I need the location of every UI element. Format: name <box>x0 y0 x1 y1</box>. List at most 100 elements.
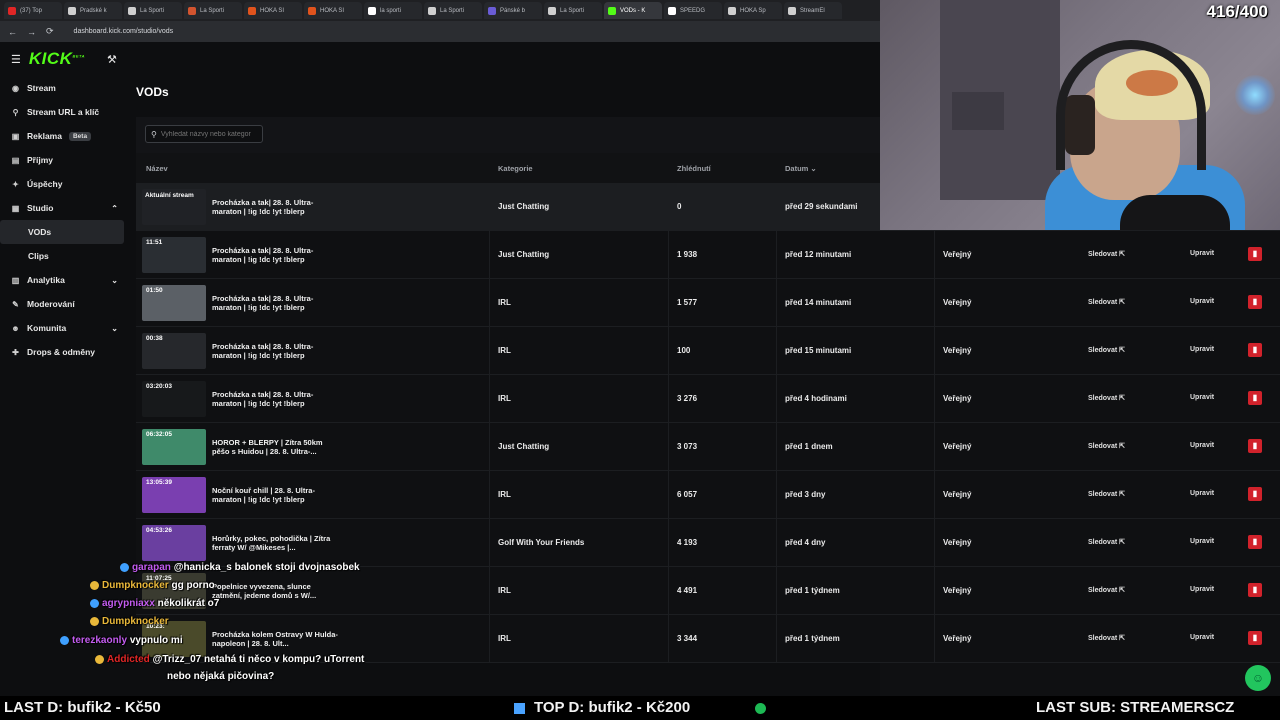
vod-title[interactable]: Popelnice vyvezena, slunce zatmění, jede… <box>212 582 340 600</box>
vod-thumbnail[interactable]: 03:20:03 <box>142 381 206 417</box>
browser-tab[interactable]: HOKA SI <box>244 2 302 19</box>
browser-tab[interactable]: Pánské b <box>484 2 542 19</box>
trash-icon[interactable]: ▮ <box>1248 391 1262 405</box>
back-icon[interactable]: ← <box>8 27 17 37</box>
column-category[interactable]: Kategorie <box>498 164 533 173</box>
trash-icon[interactable]: ▮ <box>1248 535 1262 549</box>
table-row[interactable]: 01:50 Procházka a tak| 28. 8. Ultra-marat… <box>136 279 1280 327</box>
vod-visibility[interactable]: Veřejný <box>943 634 971 643</box>
table-row[interactable]: 04:53:26 Horůrky, pokec, pohodička | Zítr… <box>136 519 1280 567</box>
trash-icon[interactable]: ▮ <box>1248 439 1262 453</box>
edit-button[interactable]: Upravit <box>1190 394 1214 401</box>
url-text[interactable]: dashboard.kick.com/studio/vods <box>74 28 174 35</box>
chat-bubble-icon[interactable]: ☺ <box>1245 665 1271 691</box>
column-date[interactable]: Datum ⌄ <box>785 164 817 173</box>
vod-visibility[interactable]: Veřejný <box>943 538 971 547</box>
forward-icon[interactable]: → <box>27 27 36 37</box>
watch-button[interactable]: Sledovat ⇱ <box>1088 442 1125 450</box>
browser-tab[interactable]: La Sporti <box>424 2 482 19</box>
vod-visibility[interactable]: Veřejný <box>943 298 971 307</box>
sidebar-item--sp-chy[interactable]: ✦ Úspěchy <box>0 172 132 196</box>
watch-button[interactable]: Sledovat ⇱ <box>1088 586 1125 594</box>
trash-icon[interactable]: ▮ <box>1248 343 1262 357</box>
vod-thumbnail[interactable]: Aktuální stream <box>142 189 206 225</box>
edit-button[interactable]: Upravit <box>1190 586 1214 593</box>
sidebar-item-analytika[interactable]: ▥ Analytika ⌄ <box>0 268 132 292</box>
vod-visibility[interactable]: Veřejný <box>943 442 971 451</box>
edit-button[interactable]: Upravit <box>1190 538 1214 545</box>
table-row[interactable]: 00:38 Procházka a tak| 28. 8. Ultra-marat… <box>136 327 1280 375</box>
browser-tab[interactable]: StreamEl <box>784 2 842 19</box>
vod-title[interactable]: Procházka a tak| 28. 8. Ultra-maraton | … <box>212 294 340 312</box>
watch-button[interactable]: Sledovat ⇱ <box>1088 490 1125 498</box>
vod-visibility[interactable]: Veřejný <box>943 394 971 403</box>
browser-tab[interactable]: la sporti <box>364 2 422 19</box>
edit-button[interactable]: Upravit <box>1190 298 1214 305</box>
edit-button[interactable]: Upravit <box>1190 250 1214 257</box>
trash-icon[interactable]: ▮ <box>1248 247 1262 261</box>
vod-thumbnail[interactable]: 13:05:39 <box>142 477 206 513</box>
edit-button[interactable]: Upravit <box>1190 346 1214 353</box>
sidebar-item-studio[interactable]: ▦ Studio ⌃ <box>0 196 132 220</box>
sidebar-item-reklama[interactable]: ▣ Reklama Beta <box>0 124 132 148</box>
vod-title[interactable]: Procházka a tak| 28. 8. Ultra-maraton | … <box>212 198 340 216</box>
vod-visibility[interactable]: Veřejný <box>943 490 971 499</box>
browser-tab[interactable]: Pradské k <box>64 2 122 19</box>
sidebar-item-komunita[interactable]: ☻ Komunita ⌄ <box>0 316 132 340</box>
column-views[interactable]: Zhlédnutí <box>677 164 711 173</box>
browser-tab[interactable]: VODs - K <box>604 2 662 19</box>
hammer-icon[interactable]: ⚒ <box>107 53 117 66</box>
vod-visibility[interactable]: Veřejný <box>943 586 971 595</box>
vod-title[interactable]: Procházka a tak| 28. 8. Ultra-maraton | … <box>212 246 340 264</box>
table-row[interactable]: 11:07:25 Popelnice vyvezena, slunce zatmě… <box>136 567 1280 615</box>
vod-title[interactable]: Horůrky, pokec, pohodička | Zítra ferrat… <box>212 534 340 552</box>
trash-icon[interactable]: ▮ <box>1248 295 1262 309</box>
search-input[interactable] <box>160 130 261 138</box>
browser-tab[interactable]: HOKA Sp <box>724 2 782 19</box>
chevron-icon[interactable]: ⌄ <box>111 276 118 285</box>
chevron-icon[interactable]: ⌄ <box>111 324 118 333</box>
chevron-icon[interactable]: ⌃ <box>111 204 118 213</box>
watch-button[interactable]: Sledovat ⇱ <box>1088 298 1125 306</box>
edit-button[interactable]: Upravit <box>1190 490 1214 497</box>
watch-button[interactable]: Sledovat ⇱ <box>1088 538 1125 546</box>
table-row[interactable]: 13:05:39 Noční kouř chill | 28. 8. Ultra-… <box>136 471 1280 519</box>
sidebar-item-stream-url-a-kl-[interactable]: ⚲ Stream URL a klíč <box>0 100 132 124</box>
vod-visibility[interactable]: Veřejný <box>943 250 971 259</box>
watch-button[interactable]: Sledovat ⇱ <box>1088 634 1125 642</box>
browser-tab[interactable]: La Sporti <box>184 2 242 19</box>
table-row[interactable]: 06:32:05 HOROR + BLERPY | Zítra 50km pěšo… <box>136 423 1280 471</box>
edit-button[interactable]: Upravit <box>1190 442 1214 449</box>
vod-thumbnail[interactable]: 06:32:05 <box>142 429 206 465</box>
sidebar-item-drops-odm-ny[interactable]: ✚ Drops & odměny <box>0 340 132 364</box>
search-box[interactable]: ⚲ <box>145 125 263 143</box>
vod-thumbnail[interactable]: 04:53:26 <box>142 525 206 561</box>
kick-logo[interactable]: KICKBETA <box>29 49 85 69</box>
edit-button[interactable]: Upravit <box>1190 634 1214 641</box>
column-name[interactable]: Název <box>146 164 168 173</box>
trash-icon[interactable]: ▮ <box>1248 487 1262 501</box>
sidebar-subitem-vods[interactable]: VODs <box>0 220 124 244</box>
browser-tab[interactable]: La Sporti <box>124 2 182 19</box>
table-row[interactable]: 11:51 Procházka a tak| 28. 8. Ultra-marat… <box>136 231 1280 279</box>
menu-icon[interactable]: ☰ <box>11 53 21 66</box>
sidebar-item-moderov-n-[interactable]: ✎ Moderování <box>0 292 132 316</box>
table-row[interactable]: 03:20:03 Procházka a tak| 28. 8. Ultra-ma… <box>136 375 1280 423</box>
sidebar-item-p-jmy[interactable]: ▤ Příjmy <box>0 148 132 172</box>
trash-icon[interactable]: ▮ <box>1248 631 1262 645</box>
vod-title[interactable]: Procházka a tak| 28. 8. Ultra-maraton | … <box>212 390 340 408</box>
reload-icon[interactable]: ⟳ <box>46 26 54 37</box>
watch-button[interactable]: Sledovat ⇱ <box>1088 346 1125 354</box>
sidebar-item-stream[interactable]: ◉ Stream <box>0 76 132 100</box>
vod-title[interactable]: HOROR + BLERPY | Zítra 50km pěšo s Huido… <box>212 438 340 456</box>
vod-visibility[interactable]: Veřejný <box>943 346 971 355</box>
vod-thumbnail[interactable]: 00:38 <box>142 333 206 369</box>
browser-tab[interactable]: SPEEDG <box>664 2 722 19</box>
vod-title[interactable]: Procházka kolem Ostravy W Hulda-napoleon… <box>212 630 340 648</box>
vod-title[interactable]: Procházka a tak| 28. 8. Ultra-maraton | … <box>212 342 340 360</box>
browser-tab[interactable]: La Sporti <box>544 2 602 19</box>
browser-tab[interactable]: HOKA SI <box>304 2 362 19</box>
vod-title[interactable]: Noční kouř chill | 28. 8. Ultra-maraton … <box>212 486 340 504</box>
vod-thumbnail[interactable]: 11:51 <box>142 237 206 273</box>
watch-button[interactable]: Sledovat ⇱ <box>1088 394 1125 402</box>
